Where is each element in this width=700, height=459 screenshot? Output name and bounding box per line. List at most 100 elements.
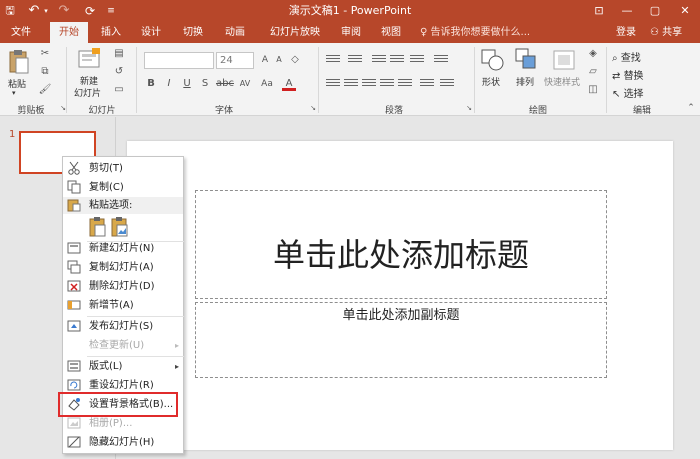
distributed-icon[interactable] <box>398 77 412 89</box>
menu-item-add-section[interactable]: 新增节(A) <box>63 296 185 315</box>
menu-item-label: 隐藏幻灯片(H) <box>89 437 155 448</box>
bullets-icon[interactable] <box>326 53 340 65</box>
menu-item-copy[interactable]: 复制(C) <box>63 178 185 197</box>
font-size-input[interactable]: 24 <box>216 52 254 69</box>
menu-item-duplicate-slide[interactable]: 复制幻灯片(A) <box>63 258 185 277</box>
cut-icon[interactable]: ✂ <box>38 47 52 61</box>
shape-effects-icon[interactable]: ◫ <box>586 83 600 97</box>
ribbon-display-options-icon[interactable]: ⊡ <box>586 0 612 22</box>
change-case-button[interactable]: Aa <box>258 77 276 91</box>
tell-me-box[interactable]: ♀ 告诉我你想要做什么... <box>420 22 530 43</box>
tab-file[interactable]: 文件 <box>4 22 38 43</box>
share-label: 共享 <box>662 27 683 38</box>
clear-formatting-icon[interactable]: ◇ <box>288 53 302 67</box>
menu-item-delete-slide[interactable]: 删除幻灯片(D) <box>63 277 185 296</box>
new-slide-label-2[interactable]: 幻灯片 <box>74 86 101 99</box>
tab-transitions[interactable]: 切换 <box>176 22 210 43</box>
collapse-ribbon-icon[interactable]: ⌃ <box>684 101 698 115</box>
menu-item-new-slide[interactable]: 新建幻灯片(N) <box>63 239 185 258</box>
arrange-label[interactable]: 排列 <box>516 75 534 88</box>
quick-styles-label[interactable]: 快速样式 <box>544 75 580 88</box>
shapes-label[interactable]: 形状 <box>482 75 500 88</box>
increase-font-icon[interactable]: A <box>258 53 272 67</box>
thumbnail-number: 1 <box>9 129 16 140</box>
menu-item-cut[interactable]: 剪切(T) <box>63 159 185 178</box>
ribbon: 粘贴 ▾ ✂ ⧉ 🖌 剪贴板 ↘ 新建 幻灯片 ▤ ↺ ▭ 幻灯片 24 A A… <box>0 43 700 116</box>
tab-design[interactable]: 设计 <box>134 22 168 43</box>
italic-button[interactable]: I <box>162 77 176 91</box>
close-button[interactable]: ✕ <box>672 0 698 22</box>
decrease-font-icon[interactable]: A <box>272 53 286 67</box>
paste-use-destination-theme-icon[interactable] <box>89 217 107 237</box>
arrange-icon[interactable] <box>514 47 540 73</box>
reset-icon[interactable]: ↺ <box>112 65 126 79</box>
font-size-value: 24 <box>220 55 233 66</box>
align-right-icon[interactable] <box>362 77 376 89</box>
justify-icon[interactable] <box>380 77 394 89</box>
tab-slideshow[interactable]: 幻灯片放映 <box>262 22 328 43</box>
minimize-button[interactable]: — <box>614 0 640 22</box>
text-direction-icon[interactable] <box>434 53 448 65</box>
menu-item-publish-slides[interactable]: 发布幻灯片(S) <box>63 317 185 336</box>
submenu-arrow-icon: ▸ <box>174 362 179 371</box>
line-spacing-icon[interactable] <box>410 53 424 65</box>
paste-as-picture-icon[interactable] <box>111 217 129 237</box>
decrease-indent-icon[interactable] <box>372 53 386 65</box>
tab-insert[interactable]: 插入 <box>94 22 128 43</box>
menu-item-layout[interactable]: 版式(L) ▸ <box>63 357 185 376</box>
shapes-icon[interactable] <box>480 47 506 73</box>
char-spacing-button[interactable]: AV <box>236 77 254 91</box>
align-center-icon[interactable] <box>344 77 358 89</box>
strikethrough-button[interactable]: abc <box>216 77 234 91</box>
paste-label[interactable]: 粘贴 <box>8 77 26 90</box>
lightbulb-icon: ♀ <box>420 27 431 38</box>
quick-styles-icon[interactable] <box>552 47 578 73</box>
drawing-group-label: 绘图 <box>528 106 547 116</box>
layout-icon[interactable]: ▤ <box>112 47 126 61</box>
replace-icon: ⇄ <box>612 71 624 82</box>
font-color-button[interactable]: A <box>282 77 296 91</box>
tab-animations[interactable]: 动画 <box>218 22 252 43</box>
tab-home[interactable]: 开始 <box>50 22 88 43</box>
bold-button[interactable]: B <box>144 77 158 91</box>
menu-item-hide-slide[interactable]: 隐藏幻灯片(H) <box>63 433 185 452</box>
section-icon[interactable]: ▭ <box>112 83 126 97</box>
columns-icon[interactable] <box>420 77 434 89</box>
group-divider <box>136 47 137 113</box>
select-button[interactable]: ↖ 选择 <box>612 85 644 100</box>
underline-button[interactable]: U <box>180 77 194 91</box>
format-painter-icon[interactable]: 🖌 <box>38 83 52 97</box>
new-slide-icon[interactable] <box>78 48 102 70</box>
tell-me-text: 告诉我你想要做什么... <box>430 27 531 38</box>
replace-label: 替换 <box>623 71 644 82</box>
shadow-button[interactable]: S <box>198 77 212 91</box>
menu-item-label: 剪切(T) <box>89 163 123 174</box>
paste-dropdown-icon[interactable]: ▾ <box>12 89 16 97</box>
tab-view[interactable]: 视图 <box>374 22 408 43</box>
editing-group-label: 编辑 <box>632 106 651 116</box>
copy-icon[interactable]: ⧉ <box>38 65 52 79</box>
ribbon-tabs: 文件 开始 插入 设计 切换 动画 幻灯片放映 审阅 视图 ♀ 告诉我你想要做什… <box>0 22 700 43</box>
find-button[interactable]: ⌕ 查找 <box>612 49 641 64</box>
increase-indent-icon[interactable] <box>390 53 404 65</box>
shape-fill-icon[interactable]: ◈ <box>586 47 600 61</box>
align-left-icon[interactable] <box>326 77 340 89</box>
subtitle-placeholder[interactable]: 单击此处添加副标题 <box>195 302 607 378</box>
find-label: 查找 <box>620 53 641 64</box>
clipboard-launcher-icon[interactable]: ↘ <box>56 101 70 115</box>
menu-item-paste-options: 粘贴选项: <box>63 196 185 215</box>
share-button[interactable]: ⚇ 共享 <box>650 22 682 43</box>
menu-item-label: 粘贴选项: <box>89 200 133 211</box>
tab-review[interactable]: 审阅 <box>334 22 368 43</box>
sign-in-link[interactable]: 登录 <box>616 22 636 43</box>
title-placeholder[interactable]: 单击此处添加标题 <box>195 190 607 299</box>
title-bar: 🖫 ↶ ▾ ↷ ⟳ ≡ 演示文稿1 - PowerPoint ⊡ — ▢ ✕ <box>0 0 700 22</box>
paste-icon[interactable] <box>8 49 30 75</box>
replace-button[interactable]: ⇄ 替换 <box>612 67 644 82</box>
font-name-input[interactable] <box>144 52 214 69</box>
restore-button[interactable]: ▢ <box>642 0 668 22</box>
smartart-icon[interactable] <box>440 77 454 89</box>
reset-slide-icon <box>67 378 81 392</box>
numbering-icon[interactable] <box>348 53 362 65</box>
shape-outline-icon[interactable]: ▱ <box>586 65 600 79</box>
